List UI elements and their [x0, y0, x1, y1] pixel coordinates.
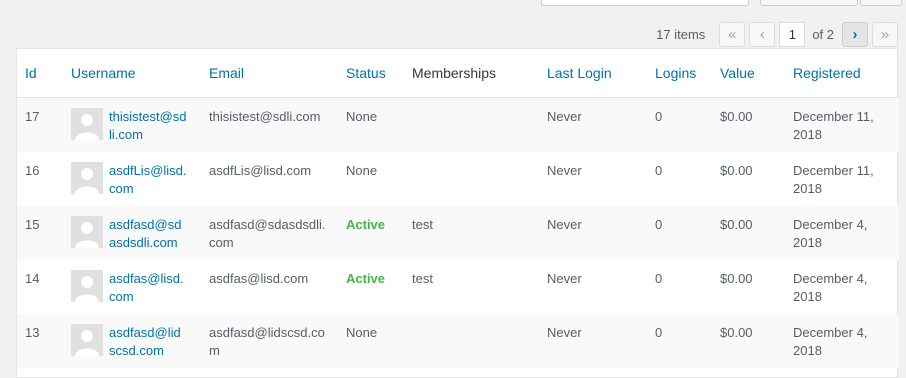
cell-username: asdfasd@lidscsd.com [63, 314, 201, 368]
column-header-email[interactable]: Email [201, 49, 338, 98]
column-header-username[interactable]: Username [63, 49, 201, 98]
table-row: 17 thisistest@sdli.com thisistest@sdli.c… [17, 97, 899, 152]
cell-logins: 0 [647, 97, 712, 152]
current-page-input[interactable]: 1 [779, 21, 806, 47]
cell-last-login: Never [547, 271, 582, 286]
pagination: 17 items « ‹ 1 of 2 › » [656, 21, 898, 47]
cell-value: $0.00 [720, 271, 753, 286]
email-text: asdfasd@sdasdsdli.com [209, 217, 326, 250]
cell-logins: 0 [655, 163, 663, 178]
cell-registered: December 4, 2018 [793, 271, 868, 304]
cell-id: 17 [17, 97, 63, 152]
cell-membership: test [412, 271, 433, 286]
cell-logins: 0 [655, 271, 663, 286]
cell-status: None [338, 152, 404, 206]
cell-id: 13 [17, 314, 63, 368]
column-header-value[interactable]: Value [712, 49, 785, 98]
cell-registered: December 11, 2018 [793, 163, 874, 196]
status-text: None [346, 163, 378, 178]
column-header-last-login[interactable]: Last Login [539, 49, 647, 98]
status-text: Active [346, 217, 386, 232]
column-header-memberships: Memberships [404, 49, 539, 98]
search-button[interactable] [760, 0, 858, 6]
cell-membership [404, 97, 539, 152]
status-text: Active [346, 271, 386, 286]
cell-status: None [338, 97, 404, 152]
table-row: 14 asdfas@lisd.com asdfas@lisd.com Activ… [17, 260, 899, 314]
cell-registered: December 4, 2018 [785, 206, 899, 260]
avatar [71, 324, 103, 356]
cell-logins: 0 [647, 206, 712, 260]
cell-logins: 0 [647, 314, 712, 368]
email-text: asdfasd@lidscsd.com [209, 325, 325, 358]
first-page-button[interactable]: « [719, 21, 746, 47]
table-row: 15 asdfasd@sdasdsdli.com asdfasd@sdasdsd… [17, 206, 899, 260]
cell-username: asdfasd@sdasdsdli.com [63, 206, 201, 260]
cell-email: thisistest@sdli.com [201, 97, 338, 152]
cell-registered: December 4, 2018 [785, 314, 899, 368]
cell-last-login: Never [547, 163, 582, 178]
cell-last-login: Never [539, 206, 647, 260]
username-link[interactable]: thisistest@sdli.com [109, 108, 187, 144]
cell-id: 16 [25, 163, 40, 178]
username-link[interactable]: asdfasd@sdasdsdli.com [109, 216, 187, 252]
search-input[interactable] [541, 0, 749, 6]
column-header-id[interactable]: Id [17, 49, 63, 98]
cell-status: Active [338, 260, 404, 314]
cell-value: $0.00 [712, 314, 785, 368]
email-text: asdfas@lisd.com [209, 271, 309, 286]
avatar [71, 162, 103, 194]
cell-membership: test [404, 206, 539, 260]
username-link[interactable]: asdfasd@lidscsd.com [109, 324, 187, 360]
cell-membership [404, 314, 539, 368]
avatar [71, 270, 103, 302]
cell-email: asdfasd@lidscsd.com [201, 314, 338, 368]
table-row: 13 asdfasd@lidscsd.com asdfasd@lidscsd.c… [17, 314, 899, 368]
items-count: 17 items [656, 26, 706, 42]
cell-registered: December 11, 2018 [785, 97, 899, 152]
column-header-registered[interactable]: Registered [785, 49, 899, 98]
table-row: 16 asdfLis@lisd.com asdfLis@lisd.com Non… [17, 152, 899, 206]
cell-email: asdfas@lisd.com [201, 260, 338, 314]
cell-username: thisistest@sdli.com [63, 97, 201, 152]
filter-button[interactable] [860, 0, 902, 6]
cell-last-login: Never [539, 97, 647, 152]
cell-membership [404, 152, 539, 206]
last-page-button[interactable]: » [872, 21, 898, 47]
cell-value: $0.00 [712, 206, 785, 260]
cell-email: asdfLis@lisd.com [201, 152, 338, 206]
cell-value: $0.00 [720, 163, 753, 178]
table-header-row: Id Username Email Status Memberships Las… [17, 49, 899, 98]
email-text: thisistest@sdli.com [209, 109, 321, 124]
cell-value: $0.00 [712, 97, 785, 152]
cell-username: asdfas@lisd.com [63, 260, 201, 314]
status-text: None [346, 109, 378, 124]
cell-username: asdfLis@lisd.com [63, 152, 201, 206]
avatar [71, 216, 103, 248]
cell-last-login: Never [539, 314, 647, 368]
cell-id: 15 [17, 206, 63, 260]
prev-page-button[interactable]: ‹ [749, 21, 776, 47]
status-text: None [346, 325, 378, 340]
next-page-button[interactable]: › [842, 21, 868, 47]
username-link[interactable]: asdfLis@lisd.com [109, 162, 187, 198]
column-header-status[interactable]: Status [338, 49, 404, 98]
cell-status: Active [338, 206, 404, 260]
cell-status: None [338, 314, 404, 368]
cell-email: asdfasd@sdasdsdli.com [201, 206, 338, 260]
total-pages-label: of 2 [812, 26, 834, 42]
username-link[interactable]: asdfas@lisd.com [109, 270, 187, 306]
cell-id: 14 [25, 271, 40, 286]
avatar [71, 108, 103, 140]
members-table: Id Username Email Status Memberships Las… [16, 48, 899, 378]
column-header-logins[interactable]: Logins [647, 49, 712, 98]
email-text: asdfLis@lisd.com [209, 163, 312, 178]
